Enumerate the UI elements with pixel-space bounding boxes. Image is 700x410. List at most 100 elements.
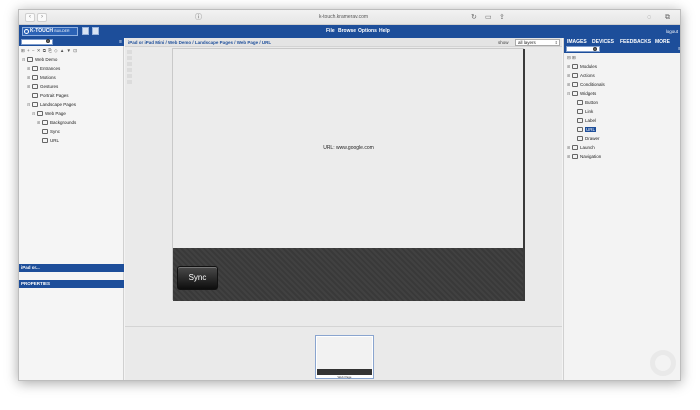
download-icon[interactable]: ◌ bbox=[647, 13, 651, 22]
clear-library-search-icon[interactable]: × bbox=[593, 47, 597, 51]
motions-icon bbox=[32, 74, 38, 80]
logo-mark-icon bbox=[24, 29, 29, 34]
save-icon[interactable] bbox=[92, 27, 99, 35]
web-page-icon bbox=[37, 110, 43, 116]
library-node[interactable]: ⊞ Launch bbox=[567, 144, 595, 152]
library-node-label: Conditionals bbox=[580, 82, 605, 87]
library-node-label: Link bbox=[585, 109, 594, 114]
tree-node[interactable]: ⊞ Entrances bbox=[27, 65, 60, 73]
page-content-area[interactable]: URL: www.google.com bbox=[173, 49, 524, 248]
logo-subtext: BUILDER bbox=[54, 29, 70, 33]
tree-node[interactable]: URL bbox=[42, 137, 59, 145]
url-widget-text[interactable]: URL: www.google.com bbox=[173, 144, 524, 152]
tree-node-label: Backgrounds bbox=[50, 120, 77, 125]
library-node-label: Launch bbox=[580, 145, 595, 150]
tab-devices[interactable]: DEVICES bbox=[592, 39, 614, 46]
tree-node[interactable]: Sync bbox=[42, 128, 60, 136]
logo-text: K-TOUCH bbox=[30, 28, 53, 34]
library-node[interactable]: ⊞ Actions bbox=[567, 72, 595, 80]
tree-node[interactable]: ⊞ Gestures bbox=[27, 83, 58, 91]
library-node-label: Modules bbox=[580, 64, 598, 69]
link-widget-icon bbox=[577, 108, 583, 114]
thumbnail-label: Web Page bbox=[337, 375, 352, 379]
device-section-header[interactable]: iPad or... bbox=[19, 264, 124, 272]
properties-section-header[interactable]: PROPERTIES bbox=[19, 280, 124, 288]
tree-toolbar[interactable]: ⊞ + − ✕ ⧉ ⎘ ◇ ▲ ▼ ⊡ bbox=[21, 48, 78, 54]
tab-feedbacks[interactable]: FEEDBACKS bbox=[620, 39, 651, 46]
library-node[interactable]: Label bbox=[577, 117, 596, 125]
thumbnail-divider[interactable] bbox=[125, 326, 562, 327]
menu-options[interactable]: Options bbox=[358, 28, 377, 35]
tree-node[interactable]: ⊟ Landscape Pages bbox=[27, 101, 76, 109]
clear-search-icon[interactable]: × bbox=[46, 39, 50, 43]
device-canvas[interactable]: URL: www.google.com Sync bbox=[172, 48, 525, 301]
tree-node-label: URL bbox=[50, 138, 60, 143]
tree-node-label: Landscape Pages bbox=[40, 102, 77, 107]
drawer-widget-icon bbox=[577, 135, 583, 141]
tree-node[interactable]: ⊟ Web Page bbox=[32, 110, 66, 118]
share-icon[interactable]: ⇪ bbox=[499, 13, 505, 22]
library-node-label: Navigation bbox=[580, 154, 602, 159]
library-node[interactable]: Button bbox=[577, 99, 598, 107]
library-node[interactable]: Link bbox=[577, 108, 593, 116]
url-widget-icon bbox=[577, 126, 583, 132]
browser-toolbar: ‹ › ⓘ k-touch.kramerav.com ↻ ▭ ⇪ ◌ ⧉ bbox=[19, 10, 680, 25]
tab-more[interactable]: MORE bbox=[655, 39, 670, 46]
device-icon[interactable] bbox=[82, 27, 89, 35]
library-node[interactable]: Drawer bbox=[577, 135, 600, 143]
library-node-label: Widgets bbox=[580, 91, 597, 96]
tree-node-label: Sync bbox=[50, 129, 61, 134]
sync-button[interactable]: Sync bbox=[177, 266, 218, 290]
library-node-label: Drawer bbox=[585, 136, 600, 141]
gestures-icon bbox=[32, 83, 38, 89]
reload-icon[interactable]: ↻ bbox=[471, 13, 477, 22]
tabs-icon[interactable]: ⧉ bbox=[665, 13, 670, 22]
menu-browse[interactable]: Browse bbox=[338, 28, 356, 35]
breadcrumb[interactable]: iPad or iPad Mini / Web Demo / Landscape… bbox=[128, 39, 271, 46]
library-node-selected[interactable]: URL bbox=[577, 126, 597, 134]
info-icon[interactable]: ⓘ bbox=[195, 13, 202, 22]
tree-node-label: Entrances bbox=[40, 66, 61, 71]
layers-select[interactable]: all layers ⇕ bbox=[515, 39, 560, 46]
browser-window: ‹ › ⓘ k-touch.kramerav.com ↻ ▭ ⇪ ◌ ⧉ K-T… bbox=[18, 9, 681, 381]
library-node[interactable]: ⊞ Modules bbox=[567, 63, 597, 71]
app-header: K-TOUCH BUILDER File Browse Options Help… bbox=[19, 25, 680, 38]
back-icon[interactable]: ‹ bbox=[25, 13, 35, 22]
portrait-page-icon bbox=[32, 92, 38, 98]
library-toolbar[interactable]: ⊟ ⊞ bbox=[567, 55, 576, 61]
tree-node-label: Web Demo bbox=[35, 57, 58, 62]
tab-images[interactable]: IMAGES bbox=[567, 39, 587, 46]
conditionals-icon bbox=[572, 81, 578, 87]
tree-node-label: Web Page bbox=[45, 111, 66, 116]
tree-node[interactable]: ⊞ Motions bbox=[27, 74, 56, 82]
label-widget-icon bbox=[577, 117, 583, 123]
menu-help[interactable]: Help bbox=[379, 28, 390, 35]
tree-node[interactable]: ⊟ Web Demo bbox=[22, 56, 57, 64]
page-editor: iPad or iPad Mini / Web Demo / Landscape… bbox=[125, 38, 562, 380]
tree-node-label: Portrait Pages bbox=[40, 93, 69, 98]
navigation-icon bbox=[572, 153, 578, 159]
library-node[interactable]: ⊟ Widgets bbox=[567, 90, 596, 98]
library-node-label: Actions bbox=[580, 73, 595, 78]
breadcrumb-bar: iPad or iPad Mini / Web Demo / Landscape… bbox=[125, 38, 562, 47]
modules-icon bbox=[572, 63, 578, 69]
layers-select-value: all layers bbox=[518, 40, 536, 45]
library-menu-icon[interactable]: ≡ bbox=[678, 46, 680, 52]
forward-icon[interactable]: › bbox=[37, 13, 47, 22]
menu-file[interactable]: File bbox=[326, 28, 335, 35]
logout-link[interactable]: logout bbox=[666, 28, 678, 35]
widgets-icon bbox=[572, 90, 578, 96]
page-thumbnail[interactable]: Web Page bbox=[315, 335, 374, 379]
library-node[interactable]: ⊞ Navigation bbox=[567, 153, 601, 161]
library-node-label: Label bbox=[585, 118, 597, 123]
address-bar[interactable]: k-touch.kramerav.com bbox=[319, 13, 368, 22]
library-node-label: URL bbox=[585, 127, 597, 132]
library-tabs: IMAGES DEVICES FEEDBACKS MORE × ≡ bbox=[564, 38, 680, 53]
tree-node[interactable]: Portrait Pages bbox=[32, 92, 69, 100]
library-node[interactable]: ⊞ Conditionals bbox=[567, 81, 605, 89]
panel-menu-icon[interactable]: ≡ bbox=[119, 39, 122, 45]
tree-node[interactable]: ⊞ Backgrounds bbox=[37, 119, 76, 127]
app-logo: K-TOUCH BUILDER bbox=[22, 27, 78, 36]
gear-icon bbox=[650, 350, 676, 376]
reader-icon[interactable]: ▭ bbox=[485, 13, 492, 22]
